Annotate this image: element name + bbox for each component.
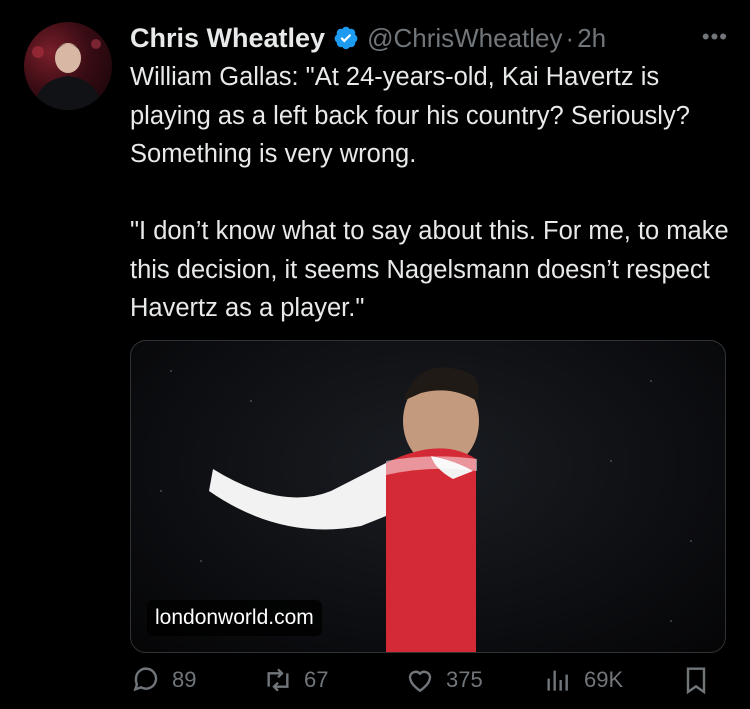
bookmark-button[interactable]: [680, 664, 722, 696]
like-button[interactable]: 375: [404, 664, 483, 696]
reply-button[interactable]: 89: [130, 664, 196, 696]
tweet-actions-bar: 89 67 375 69K: [130, 664, 720, 708]
tweet-paragraph-2: "I don’t know what to say about this. Fo…: [130, 217, 729, 322]
repost-count: 67: [304, 667, 329, 692]
reply-icon: [133, 667, 158, 692]
bookmark-icon: [686, 667, 706, 695]
repost-button[interactable]: 67: [262, 664, 328, 696]
more-options-icon[interactable]: •••: [702, 24, 728, 50]
tweet-media-image[interactable]: londonworld.com: [130, 340, 726, 653]
verified-badge-icon: [334, 26, 358, 50]
tweet-paragraph-1: William Gallas: "At 24-years-old, Kai Ha…: [130, 63, 690, 168]
avatar-image: [32, 39, 102, 110]
avatar[interactable]: [24, 22, 112, 110]
author-handle[interactable]: @ChrisWheatley: [367, 23, 562, 54]
separator-dot: ·: [565, 22, 575, 53]
repost-icon: [267, 668, 289, 692]
views-button[interactable]: 69K: [542, 664, 623, 696]
media-source-label: londonworld.com: [147, 600, 322, 636]
tweet-body: William Gallas: "At 24-years-old, Kai Ha…: [130, 58, 740, 328]
reply-count: 89: [172, 667, 197, 692]
like-count: 375: [446, 667, 483, 692]
tweet-timestamp[interactable]: 2h: [577, 23, 606, 54]
author-name[interactable]: Chris Wheatley: [130, 23, 325, 54]
heart-icon: [408, 670, 432, 693]
tweet-header: Chris Wheatley @ChrisWheatley · 2h •••: [130, 18, 740, 58]
view-count: 69K: [584, 667, 624, 692]
analytics-icon: [547, 670, 568, 691]
